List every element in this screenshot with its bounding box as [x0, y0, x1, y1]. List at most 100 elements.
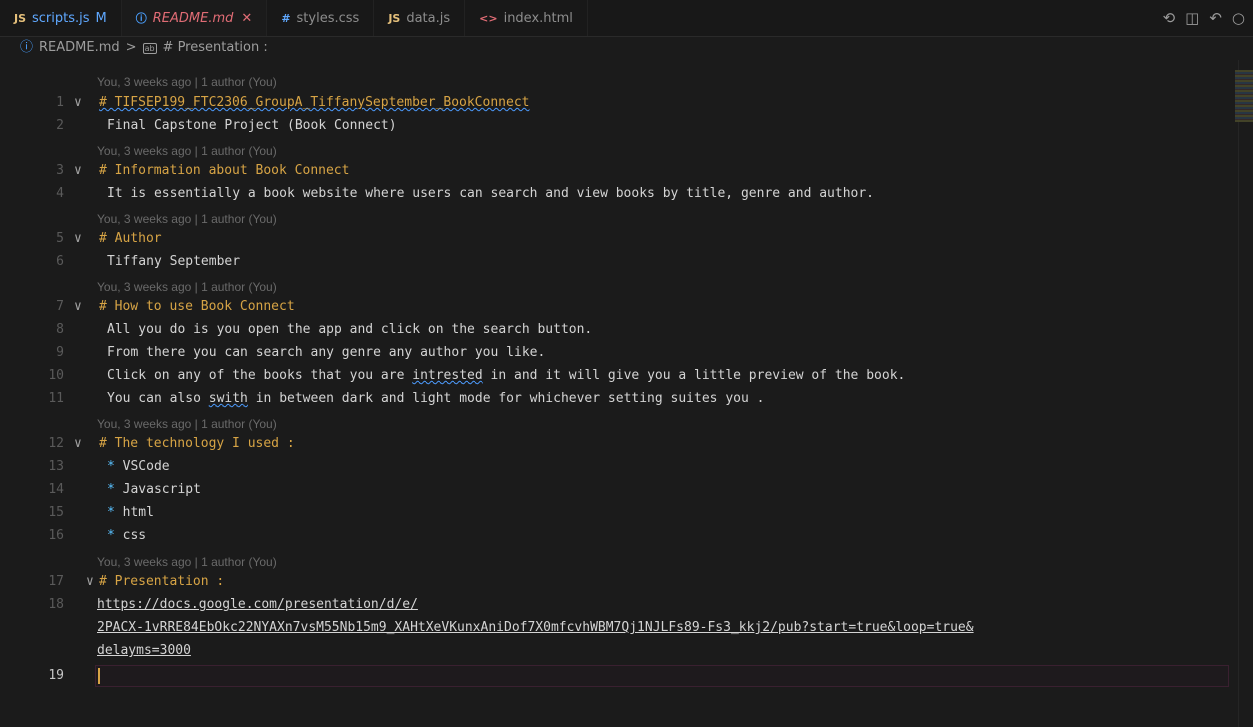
line-number: 14 [48, 482, 64, 497]
code-line[interactable]: 9 From there you can search any genre an… [0, 341, 1230, 364]
vertical-scrollbar[interactable] [1238, 60, 1253, 727]
presentation-link[interactable]: delayms=3000 [97, 639, 191, 662]
code-line[interactable]: 14 * Javascript [0, 478, 1230, 501]
list-item: * html [107, 505, 154, 520]
git-blame-annotation[interactable]: You, 3 weeks ago | 1 author (You) [97, 279, 277, 296]
fold-chevron-icon[interactable]: ∨ [74, 432, 82, 455]
git-blame-annotation[interactable]: You, 3 weeks ago | 1 author (You) [97, 143, 277, 160]
line-number: 6 [56, 254, 64, 269]
git-blame-annotation[interactable]: You, 3 weeks ago | 1 author (You) [97, 211, 277, 228]
line-number: 16 [48, 528, 64, 543]
code-line[interactable]: 11 You can also swith in between dark an… [0, 387, 1230, 410]
git-blame-annotation[interactable]: You, 3 weeks ago | 1 author (You) [97, 416, 277, 433]
line-number: 13 [48, 459, 64, 474]
code-line-wrap[interactable]: 2PACX-1vRRE84EbOkc22NYAXn7vsM55Nb15m9_XA… [0, 616, 1230, 639]
code-line[interactable]: 12 ∨ # The technology I used : [0, 432, 1230, 455]
text-line: From there you can search any genre any … [107, 345, 546, 360]
text-line: It is essentially a book website where u… [107, 186, 875, 201]
code-line[interactable]: 15 * html [0, 501, 1230, 524]
code-line[interactable]: 8 All you do is you open the app and cli… [0, 318, 1230, 341]
tab-readme-md[interactable]: ⓘ README.md ✕ [121, 0, 268, 36]
code-line[interactable]: 3 ∨ # Information about Book Connect [0, 159, 1230, 182]
tab-label: scripts.js [32, 10, 90, 26]
js-file-icon: JS [388, 11, 401, 25]
line-number: 7 [56, 299, 64, 314]
git-blame-annotation[interactable]: You, 3 weeks ago | 1 author (You) [97, 74, 277, 91]
line-number: 1 [56, 95, 64, 110]
code-line[interactable]: 4 It is essentially a book website where… [0, 182, 1230, 205]
info-file-icon: ⓘ [135, 12, 147, 25]
history-icon[interactable]: ⟲ [1163, 9, 1176, 27]
line-number: 15 [48, 505, 64, 520]
code-line[interactable]: 18 https://docs.google.com/presentation/… [0, 593, 1230, 616]
breadcrumb: ⓘ README.md > ab # Presentation : [0, 37, 268, 59]
line-number: 19 [48, 668, 64, 683]
css-file-icon: # [281, 11, 291, 25]
info-file-icon: ⓘ [20, 40, 34, 55]
spelling-error: swith [208, 391, 248, 406]
heading-text: # The technology I used : [99, 436, 295, 451]
code-line[interactable]: 13 * VSCode [0, 455, 1230, 478]
tab-label: styles.css [296, 10, 360, 26]
presentation-link[interactable]: https://docs.google.com/presentation/d/e… [97, 593, 418, 616]
more-icon[interactable]: ○ [1232, 9, 1245, 27]
split-editor-icon[interactable]: ◫ [1185, 9, 1199, 27]
line-number: 4 [56, 186, 64, 201]
git-blame-annotation[interactable]: You, 3 weeks ago | 1 author (You) [97, 554, 277, 571]
breadcrumb-file[interactable]: README.md [39, 37, 120, 59]
tab-index-html[interactable]: <> index.html [465, 0, 588, 36]
text-line: Click on any of the books that you are i… [107, 368, 906, 383]
close-icon[interactable]: ✕ [241, 11, 252, 26]
vscode-window: JS scripts.js M ⓘ README.md ✕ # styles.c… [0, 0, 1253, 727]
tab-label: data.js [406, 10, 451, 26]
fold-chevron-icon[interactable]: ∨ [74, 295, 82, 318]
presentation-link[interactable]: 2PACX-1vRRE84EbOkc22NYAXn7vsM55Nb15m9_XA… [97, 616, 974, 639]
editor-area[interactable]: You, 3 weeks ago | 1 author (You) 1 ∨ # … [0, 60, 1240, 727]
tab-scripts-js[interactable]: JS scripts.js M [0, 0, 122, 36]
line-number: 10 [48, 368, 64, 383]
text-line: Final Capstone Project (Book Connect) [107, 118, 397, 133]
code-line[interactable]: 1 ∨ # TIFSEP199_FTC2306_GroupA_TiffanySe… [0, 91, 1230, 114]
modified-badge: M [95, 10, 107, 26]
tab-data-js[interactable]: JS data.js [374, 0, 466, 36]
line-number: 9 [56, 345, 64, 360]
code-line[interactable]: 5 ∨ # Author [0, 227, 1230, 250]
line-number: 2 [56, 118, 64, 133]
symbol-icon: ab [142, 42, 157, 54]
fold-chevron-icon[interactable]: ∨ [74, 159, 82, 182]
tab-label: index.html [503, 10, 573, 26]
code-line-wrap[interactable]: delayms=3000 [0, 639, 1230, 662]
heading-text: # How to use Book Connect [99, 299, 295, 314]
fold-chevron-icon[interactable]: ∨ [74, 91, 82, 114]
text-line: All you do is you open the app and click… [107, 322, 593, 337]
code-line[interactable]: 7 ∨ # How to use Book Connect [0, 295, 1230, 318]
code-line[interactable]: 2 Final Capstone Project (Book Connect) [0, 114, 1230, 137]
code-line[interactable]: 19 [0, 664, 1230, 687]
editor-actions: ⟲ ◫ ↶ ○ [1163, 0, 1245, 36]
text-line: You can also swith in between dark and l… [107, 391, 765, 406]
heading-text: # TIFSEP199_FTC2306_GroupA_TiffanySeptem… [99, 95, 530, 110]
line-number: 12 [48, 436, 64, 451]
code-line[interactable]: 16 * css [0, 524, 1230, 547]
tab-bar: JS scripts.js M ⓘ README.md ✕ # styles.c… [0, 0, 1253, 37]
js-file-icon: JS [14, 11, 27, 25]
breadcrumb-separator: > [125, 40, 137, 55]
line-number: 18 [48, 597, 64, 612]
tab-label: README.md [152, 10, 234, 26]
minimap[interactable] [1235, 70, 1253, 122]
fold-chevron-icon[interactable]: ∨ [74, 227, 82, 250]
code-line[interactable]: 6 Tiffany September [0, 250, 1230, 273]
heading-text: # Information about Book Connect [99, 163, 350, 178]
fold-chevron-icon[interactable]: ∨ [86, 570, 94, 593]
heading-text: # Author [99, 231, 162, 246]
line-number: 8 [56, 322, 64, 337]
code-line[interactable]: 17 ∨ # Presentation : [0, 570, 1230, 593]
tab-styles-css[interactable]: # styles.css [267, 0, 375, 36]
line-number: 11 [48, 391, 64, 406]
text-line: Tiffany September [107, 254, 241, 269]
breadcrumb-symbol[interactable]: # Presentation : [163, 37, 268, 59]
heading-text: # Presentation : [99, 574, 225, 589]
code-line[interactable]: 10 Click on any of the books that you ar… [0, 364, 1230, 387]
go-back-icon[interactable]: ↶ [1209, 9, 1222, 27]
list-item: * VSCode [107, 459, 170, 474]
